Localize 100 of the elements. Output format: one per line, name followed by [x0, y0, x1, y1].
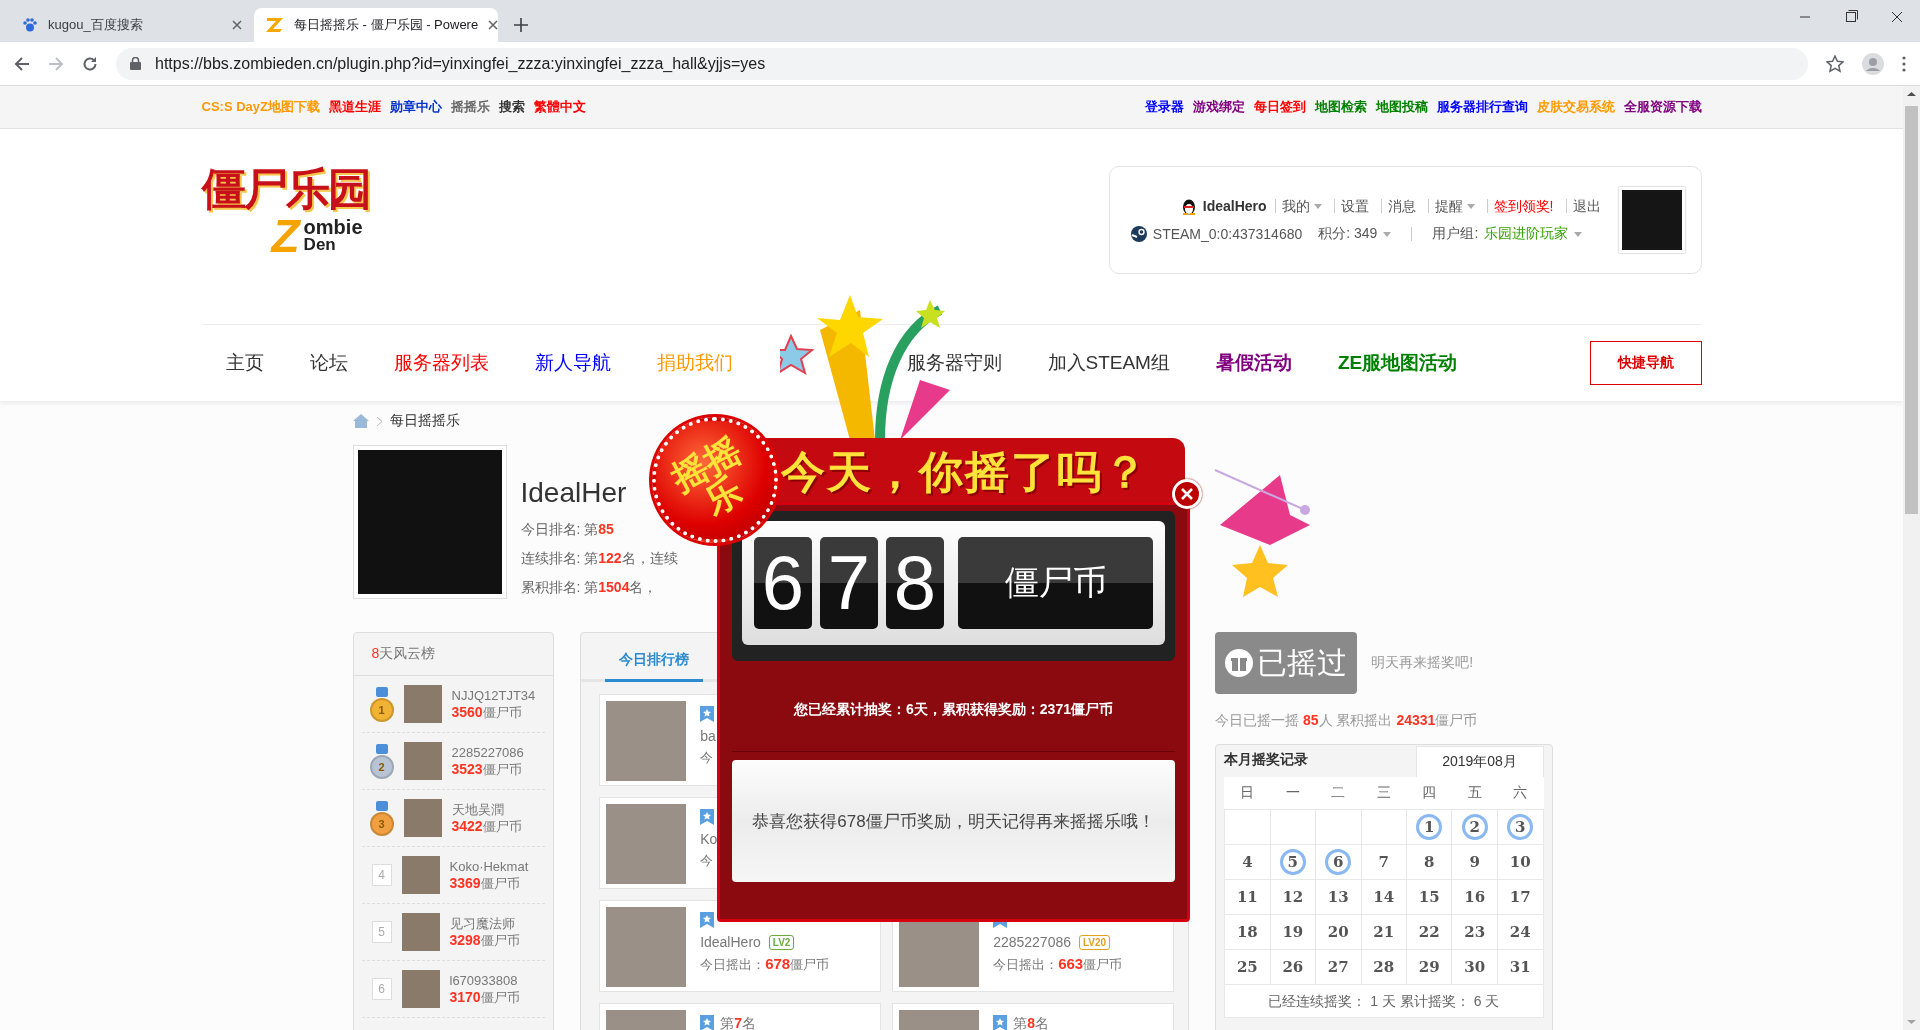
menu-icon[interactable] [1902, 55, 1906, 72]
player-name[interactable]: l670933808 [449, 972, 520, 989]
chevron-icon [376, 416, 382, 426]
browser-tab[interactable]: kugou_百度搜索 [10, 8, 254, 42]
calendar-day: 28 [1370, 954, 1397, 980]
user-menu-link[interactable]: 消息 [1380, 199, 1422, 213]
gift-icon [1225, 649, 1254, 677]
top-link[interactable]: 勋章中心 [389, 98, 442, 116]
nav-link[interactable]: 新人导航 [534, 350, 611, 376]
breadcrumb-link[interactable]: 每日摇摇乐 [389, 412, 460, 430]
summary-text: 您已经累计抽奖：6天，累积获得奖励：2371僵尸币 [732, 669, 1175, 752]
user-menu-link[interactable]: 提醒 [1427, 199, 1481, 213]
calendar-summary: 已经连续摇奖： 1 天 累计摇奖： 6 天 [1224, 985, 1544, 1018]
top-link[interactable]: 地图投稿 [1375, 98, 1428, 116]
player-name[interactable]: ba [700, 725, 716, 747]
rank-text: 第8名 [1013, 1014, 1049, 1030]
calendar-day: 21 [1370, 919, 1397, 945]
stats-text: 今日已摇一摇 85人 累积摇出 24331僵尸币 [1215, 712, 1479, 730]
ranking-tab[interactable]: 今日排行榜 [605, 651, 704, 682]
user-menu-link[interactable]: 设置 [1333, 199, 1375, 213]
close-icon[interactable] [232, 20, 242, 30]
rank-medal: 3 [369, 811, 394, 836]
top-link[interactable]: 黑道生涯 [328, 98, 381, 116]
calendar-day: 9 [1461, 849, 1488, 875]
calendar-day: 8 [1416, 849, 1443, 875]
calendar-day: 20 [1325, 919, 1352, 945]
top-link[interactable]: 每日签到 [1253, 98, 1306, 116]
close-button[interactable] [1172, 479, 1202, 509]
star-flag-icon [700, 912, 715, 928]
nav-link[interactable]: 加入STEAM组 [1047, 350, 1170, 376]
calendar-day: 18 [1234, 919, 1261, 945]
counter-digit: 7 [820, 537, 878, 629]
nav-link[interactable]: 服务器列表 [393, 350, 489, 376]
caret-icon [1313, 203, 1322, 209]
top-link[interactable]: 地图检索 [1314, 98, 1367, 116]
profile-name: IdealHer [520, 476, 628, 510]
logo-letter: Z [271, 213, 300, 259]
avatar-placeholder [403, 799, 442, 837]
group-link[interactable]: 乐园进阶玩家 [1484, 225, 1569, 243]
level-badge: LV2 [768, 934, 795, 950]
caret-icon [1466, 203, 1475, 209]
medal-ribbon [375, 800, 388, 811]
rank-text: 连续排名: 第122名，连续 [520, 549, 678, 568]
caret-icon [1383, 231, 1392, 237]
nav-link[interactable]: 服务器守则 [906, 350, 1002, 376]
rank-text: 第7名 [720, 1014, 756, 1030]
quick-nav-button[interactable]: 快捷导航 [1589, 341, 1702, 385]
calendar-day: 17 [1507, 884, 1534, 910]
address-bar[interactable]: https://bbs.zombieden.cn/plugin.php?id=yinxingfei_zzza:yinxingfei_zzza_hall&yjjs=yes [116, 47, 1808, 80]
star-flag-icon [700, 809, 715, 825]
badge-seal: 摇摇乐 [652, 417, 778, 543]
player-name[interactable]: IdealHero [700, 931, 761, 953]
player-name[interactable]: Ko [700, 828, 718, 850]
counter-digit: 6 [754, 537, 812, 629]
close-icon[interactable] [488, 20, 499, 30]
rank-medal: 2 [369, 754, 394, 779]
top-link[interactable]: 摇摇乐 [450, 98, 490, 116]
back-icon[interactable] [14, 55, 30, 72]
player-name[interactable]: 2285227086 [993, 931, 1071, 953]
scrollbar[interactable] [1903, 86, 1920, 1030]
calendar-day: 15 [1416, 884, 1443, 910]
user-menu-link[interactable]: 我的 [1274, 199, 1328, 213]
calendar-day: 19 [1279, 919, 1306, 945]
coin-amount: 3422僵尸币 [451, 818, 522, 835]
nav-link[interactable]: 主页 [225, 350, 264, 376]
calendar-day: 10 [1507, 849, 1534, 875]
player-name[interactable]: 2285227086 [451, 744, 524, 761]
top-link[interactable]: 登录器 [1144, 98, 1184, 116]
player-name[interactable]: 见习魔法师 [449, 915, 520, 932]
top-link[interactable]: 全服资源下载 [1623, 98, 1702, 116]
lock-icon [130, 57, 141, 70]
user-menu-link[interactable]: 签到领奖! [1486, 199, 1560, 213]
player-name[interactable]: 天地吴潤 [451, 801, 522, 818]
coin-amount: 3560僵尸币 [451, 704, 523, 721]
top-link[interactable]: 游戏绑定 [1192, 98, 1245, 116]
calendar-day: 4 [1234, 849, 1261, 875]
nav-link[interactable]: ZE服地图活动 [1337, 350, 1458, 376]
bookmark-star-icon[interactable] [1826, 54, 1844, 73]
hint-text: 明天再来摇奖吧! [1371, 654, 1473, 672]
top-link[interactable]: 服务器排行查询 [1436, 98, 1528, 116]
nav-link[interactable]: 论坛 [309, 350, 348, 376]
calendar-day: 23 [1461, 919, 1488, 945]
player-name[interactable]: Koko·Hekmat [449, 858, 529, 875]
logo-title: 僵尸乐园 [201, 165, 370, 213]
calendar-day: 16 [1461, 884, 1488, 910]
user-name[interactable]: IdealHero [1202, 198, 1267, 214]
top-link[interactable]: 繁體中文 [533, 98, 586, 116]
weekday-label: 五 [1451, 777, 1498, 810]
nav-link[interactable]: 暑假活动 [1215, 350, 1292, 376]
weekday-label: 日 [1224, 777, 1271, 810]
player-name[interactable]: NJJQ12TJT34 [451, 687, 536, 704]
calendar-day: 13 [1325, 884, 1352, 910]
profile-icon[interactable] [1862, 52, 1884, 75]
reload-icon[interactable] [82, 55, 98, 72]
calendar-day: 7 [1370, 849, 1397, 875]
new-tab-icon[interactable] [514, 18, 528, 32]
top-link[interactable]: 搜索 [498, 98, 525, 116]
user-menu-link[interactable]: 退出 [1565, 199, 1607, 213]
calendar-day: 27 [1325, 954, 1352, 980]
browser-tab[interactable]: 每日摇摇乐 - 僵尸乐园 - Powere [254, 8, 498, 42]
